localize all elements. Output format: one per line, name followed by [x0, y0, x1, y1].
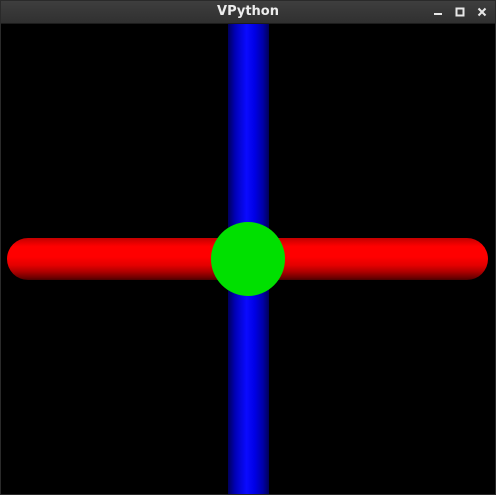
minimize-button[interactable] [431, 5, 445, 19]
title-bar[interactable]: VPython [1, 1, 495, 24]
3d-canvas[interactable] [2, 24, 494, 494]
maximize-icon [455, 7, 465, 17]
maximize-button[interactable] [453, 5, 467, 19]
close-icon [477, 7, 487, 17]
vpython-window: VPython [0, 0, 496, 495]
minimize-icon [434, 13, 442, 15]
green-sphere [211, 222, 285, 296]
window-title: VPython [217, 4, 279, 19]
close-button[interactable] [475, 5, 489, 19]
window-controls [431, 1, 489, 23]
